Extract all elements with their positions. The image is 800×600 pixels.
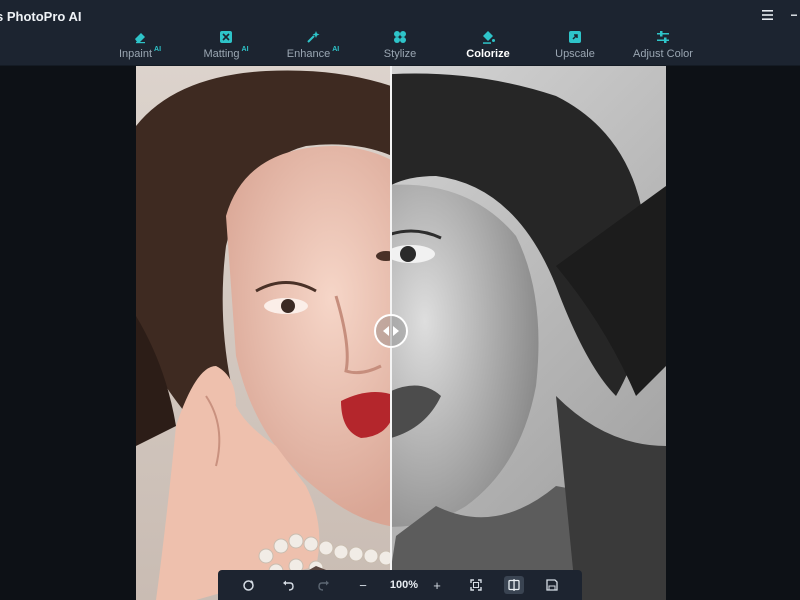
ai-badge: AI [241, 46, 249, 53]
tab-stylize[interactable]: Stylize [380, 28, 420, 66]
tab-label: Upscale [555, 48, 595, 60]
tab-label: Adjust Color [633, 48, 693, 60]
upscale-icon [569, 31, 581, 43]
arrow-left-icon [383, 326, 389, 336]
tab-inpaint[interactable]: Inpaint AI [115, 28, 165, 66]
ai-badge: AI [154, 46, 162, 53]
hamburger-menu-icon[interactable] [760, 8, 774, 22]
ai-badge: AI [332, 46, 340, 53]
enhance-sparkle-icon [307, 31, 320, 43]
arrow-right-icon [393, 326, 399, 336]
eraser-icon [135, 33, 145, 44]
minimize-icon[interactable] [786, 8, 800, 22]
app-title: s PhotoPro AI [0, 9, 82, 24]
tab-label: Inpaint [118, 48, 153, 60]
tab-label: Enhance [286, 48, 331, 60]
tab-label: Colorize [466, 48, 510, 60]
tab-colorize[interactable]: Colorize [466, 28, 510, 66]
stylize-icon [394, 31, 406, 43]
top-bar: s PhotoPro AI Inpaint AI Matting AI Enha… [0, 0, 800, 66]
tab-matting[interactable]: Matting AI [200, 28, 252, 66]
undo-icon[interactable] [280, 577, 296, 593]
compare-slider-handle[interactable] [374, 314, 408, 348]
compare-view-icon[interactable] [504, 576, 524, 594]
matting-icon [220, 31, 232, 43]
redo-icon[interactable] [316, 577, 332, 593]
fit-to-screen-icon[interactable] [468, 577, 484, 593]
zoom-in-button[interactable]: + [430, 577, 444, 593]
reset-icon[interactable] [240, 577, 256, 593]
photopro-app-window: s PhotoPro AI Inpaint AI Matting AI Enha… [0, 0, 800, 600]
canvas-area [0, 66, 800, 600]
tab-enhance[interactable]: Enhance AI [286, 28, 340, 66]
photo-comparison-canvas[interactable] [136, 66, 666, 600]
window-controls [760, 8, 800, 22]
bottom-toolbar: − 100% + [218, 570, 582, 600]
tab-label: Matting [203, 48, 240, 60]
tab-label: Stylize [383, 48, 417, 60]
paint-bucket-icon [483, 31, 495, 44]
zoom-out-button[interactable]: − [356, 577, 370, 593]
save-icon[interactable] [544, 577, 560, 593]
zoom-level: 100% [389, 579, 419, 591]
sliders-icon [657, 31, 669, 43]
tab-upscale[interactable]: Upscale [555, 28, 595, 66]
tab-adjust-color[interactable]: Adjust Color [632, 28, 694, 66]
tool-tabs: Inpaint AI Matting AI Enhance AI Stylize Co… [0, 28, 800, 66]
